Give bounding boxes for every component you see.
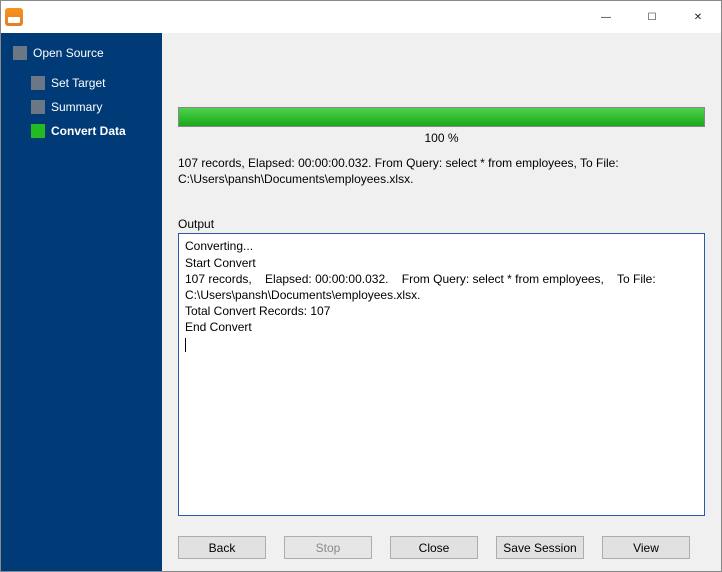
output-label: Output: [178, 217, 705, 231]
progress-fill: [179, 108, 704, 126]
node-icon: [13, 46, 27, 60]
app-window: — ☐ ✕ Open Source Set Target: [0, 0, 722, 572]
close-window-button[interactable]: ✕: [675, 1, 721, 33]
sidebar-item-label: Convert Data: [51, 124, 126, 138]
sidebar-item-label: Open Source: [33, 46, 104, 60]
save-session-button[interactable]: Save Session: [496, 536, 584, 559]
sidebar-item-open-source[interactable]: Open Source: [11, 41, 162, 65]
sidebar-item-set-target[interactable]: Set Target: [29, 71, 162, 95]
conversion-summary-text: 107 records, Elapsed: 00:00:00.032. From…: [178, 155, 705, 187]
button-row: Back Stop Close Save Session View: [162, 526, 721, 571]
minimize-button[interactable]: —: [583, 1, 629, 33]
sidebar-item-label: Summary: [51, 100, 102, 114]
body: Open Source Set Target Summa: [1, 33, 721, 571]
node-icon: [31, 100, 45, 114]
back-button[interactable]: Back: [178, 536, 266, 559]
progress-percent-label: 100 %: [178, 131, 705, 145]
sidebar-item-label: Set Target: [51, 76, 105, 90]
close-button[interactable]: Close: [390, 536, 478, 559]
stop-button[interactable]: Stop: [284, 536, 372, 559]
titlebar-left: [1, 8, 27, 26]
titlebar: — ☐ ✕: [1, 1, 721, 33]
content-inner: 100 % 107 records, Elapsed: 00:00:00.032…: [162, 33, 721, 526]
text-caret-icon: [185, 338, 186, 352]
sidebar-item-summary[interactable]: Summary: [29, 95, 162, 119]
content: 100 % 107 records, Elapsed: 00:00:00.032…: [162, 33, 721, 571]
node-icon: [31, 124, 45, 138]
view-button[interactable]: View: [602, 536, 690, 559]
sidebar-item-convert-data[interactable]: Convert Data: [29, 119, 162, 143]
top-spacer: [178, 47, 705, 107]
node-icon: [31, 76, 45, 90]
maximize-button[interactable]: ☐: [629, 1, 675, 33]
progress-bar: [178, 107, 705, 127]
window-controls: — ☐ ✕: [583, 1, 721, 33]
app-icon: [5, 8, 23, 26]
sidebar: Open Source Set Target Summa: [1, 33, 162, 571]
output-text: Converting... Start Convert 107 records,…: [185, 239, 659, 334]
output-textarea[interactable]: Converting... Start Convert 107 records,…: [178, 233, 705, 516]
